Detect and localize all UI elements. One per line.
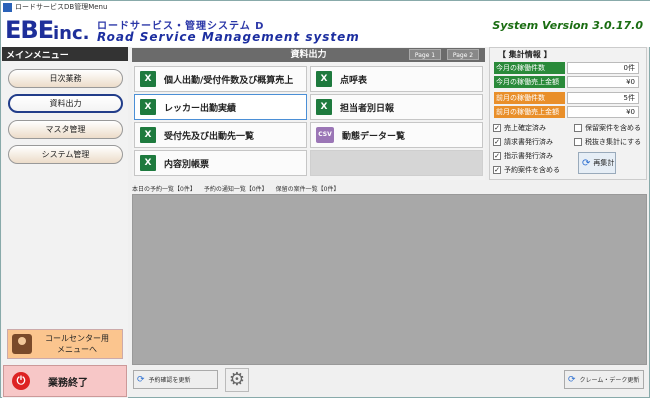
callcenter-menu-button[interactable]: コールセンター用 メニューへ [7, 329, 123, 359]
system-version: System Version 3.0.17.0 [492, 19, 643, 32]
stats-panel: 【 集計情報 】 今月の稼働件数 0件 今月の稼働売上金額 ¥0 前月の稼働件数… [489, 47, 647, 180]
claim-refresh-label: クレーム・デーク更新 [579, 377, 640, 384]
sidebar-item-reports[interactable]: 資料出力 [8, 94, 123, 113]
power-icon: ⏻ [12, 372, 30, 390]
stat-value: 0件 [567, 62, 639, 74]
sidebar: メインメニュー 日次業務 資料出力 マスタ管理 システム管理 コールセンター用 … [2, 47, 128, 398]
checkbox-label: 指示書発行済み [504, 152, 553, 160]
app-window: ロードサービスDB管理Menu EBE inc. ロードサービス・管理システム … [0, 0, 650, 398]
recalc-label: 再集計 [593, 159, 615, 167]
sidebar-title: メインメニュー [2, 47, 128, 61]
stat-label: 前月の稼働売上金額 [494, 106, 565, 118]
tile-label: 担当者別日報 [340, 103, 395, 114]
stat-label: 今月の稼働売上金額 [494, 76, 565, 88]
checkbox-box: ✓ [493, 166, 501, 174]
checkbox-box: ✓ [493, 124, 501, 132]
recalc-button[interactable]: ⟳ 再集計 [578, 152, 616, 174]
logo-ebe: EBE [5, 16, 54, 44]
stat-row: 今月の稼働売上金額 ¥0 [494, 76, 639, 88]
page1-button[interactable]: Page 1 [409, 49, 441, 60]
excel-icon: X [140, 99, 156, 115]
app-icon [3, 2, 12, 12]
tab-today-reservations[interactable]: 本日の予約一覧【0件】 [132, 184, 196, 193]
checkbox-box: ✓ [493, 138, 501, 146]
refresh-icon: ⟳ [568, 374, 576, 385]
stat-label: 今月の稼働件数 [494, 62, 565, 74]
tile-label: 動態データー覧 [342, 131, 406, 142]
reserve-refresh-label: 予約確認を更新 [148, 377, 191, 384]
excel-icon: X [316, 99, 332, 115]
sidebar-item-daily[interactable]: 日次業務 [8, 69, 123, 88]
checkbox-box [574, 124, 582, 132]
csv-icon: CSV [316, 127, 334, 143]
title-bar: ロードサービスDB管理Menu [1, 1, 650, 13]
sidebar-item-master[interactable]: マスタ管理 [8, 120, 123, 139]
operator-icon [12, 334, 32, 354]
tile-label: 受付先及び出動先一覧 [164, 131, 255, 142]
tile-label: 内容別帳票 [164, 159, 210, 170]
quit-label: 業務終了 [48, 377, 88, 389]
sales-confirmed-checkbox[interactable]: ✓ 売上確定済み [493, 123, 546, 133]
report-tile-staff-daily[interactable]: X 担当者別日報 [310, 94, 483, 120]
tab-pending-cases[interactable]: 保留の案件一覧【0件】 [276, 184, 340, 193]
callcenter-line2: メニューへ [57, 345, 97, 354]
checkbox-label: 保留案件を含める [585, 124, 641, 132]
tile-label: レッカー出勤実績 [164, 103, 237, 114]
checkbox-box [574, 138, 582, 146]
refresh-icon: ⟳ [582, 157, 591, 169]
stat-row: 前月の稼働売上金額 ¥0 [494, 106, 639, 118]
list-tabs: 本日の予約一覧【0件】 予約の通知一覧【0件】 保留の案件一覧【0件】 [132, 183, 647, 193]
callcenter-label: コールセンター用 メニューへ [32, 333, 122, 355]
report-tile-personal-dispatch[interactable]: X 個人出勤/受付件数及び概算売上 [134, 66, 307, 92]
gear-icon[interactable]: ⚙ [225, 368, 249, 392]
app-header: EBE inc. ロードサービス・管理システム D Road Service M… [1, 13, 650, 47]
stat-value: 5件 [567, 92, 639, 104]
tile-label: 点呼表 [340, 75, 368, 86]
excel-icon: X [140, 71, 156, 87]
tile-label: 個人出勤/受付件数及び概算売上 [164, 75, 294, 86]
checkbox-box: ✓ [493, 152, 501, 160]
include-pending-checkbox[interactable]: 保留案件を含める [574, 123, 641, 133]
page2-button[interactable]: Page 2 [447, 49, 479, 60]
callcenter-line1: コールセンター用 [45, 334, 109, 343]
report-tile-motion-data[interactable]: CSV 動態データー覧 [310, 122, 483, 148]
excel-icon: X [316, 71, 332, 87]
checkbox-label: 売上確定済み [504, 124, 546, 132]
report-tile-content-form[interactable]: X 内容別帳票 [134, 150, 307, 176]
data-grid[interactable] [132, 194, 647, 365]
checkbox-label: 請求書発行済み [504, 138, 553, 146]
stat-label: 前月の稼働件数 [494, 92, 565, 104]
stat-value: ¥0 [567, 106, 639, 118]
report-tile-empty [310, 150, 483, 176]
tax-excluded-checkbox[interactable]: 税抜き集計にする [574, 137, 641, 147]
checkbox-label: 予約案件を含める [504, 166, 560, 174]
report-panel: 資料出力 Page 1 Page 2 X 個人出勤/受付件数及び概算売上 X 点… [132, 47, 485, 180]
sidebar-item-system[interactable]: システム管理 [8, 145, 123, 164]
excel-icon: X [140, 127, 156, 143]
checkbox-label: 税抜き集計にする [585, 138, 642, 146]
refresh-icon: ⟳ [137, 374, 145, 385]
stat-row: 今月の稼働件数 0件 [494, 62, 639, 74]
quit-button[interactable]: ⏻ 業務終了 [3, 365, 127, 397]
stat-row: 前月の稼働件数 5件 [494, 92, 639, 104]
invoice-issued-checkbox[interactable]: ✓ 請求書発行済み [493, 137, 553, 147]
stats-title: 【 集計情報 】 [498, 50, 552, 59]
window-title: ロードサービスDB管理Menu [15, 3, 108, 11]
reserve-refresh-button[interactable]: ⟳ 予約確認を更新 [133, 370, 218, 389]
claim-refresh-button[interactable]: ⟳ クレーム・デーク更新 [564, 370, 644, 389]
logo-inc: inc. [53, 23, 90, 44]
report-tile-reception-list[interactable]: X 受付先及び出動先一覧 [134, 122, 307, 148]
excel-icon: X [140, 155, 156, 171]
tab-reservation-notices[interactable]: 予約の通知一覧【0件】 [204, 184, 268, 193]
include-reserved-checkbox[interactable]: ✓ 予約案件を含める [493, 165, 560, 175]
bottom-bar: ⟳ 予約確認を更新 ⚙ ⟳ クレーム・デーク更新 [130, 366, 649, 397]
logo-subtitle-en: Road Service Management system [97, 30, 360, 44]
stat-value: ¥0 [567, 76, 639, 88]
report-tile-rollcall[interactable]: X 点呼表 [310, 66, 483, 92]
order-issued-checkbox[interactable]: ✓ 指示書発行済み [493, 151, 553, 161]
report-tile-wrecker-results[interactable]: X レッカー出勤実績 [134, 94, 307, 120]
